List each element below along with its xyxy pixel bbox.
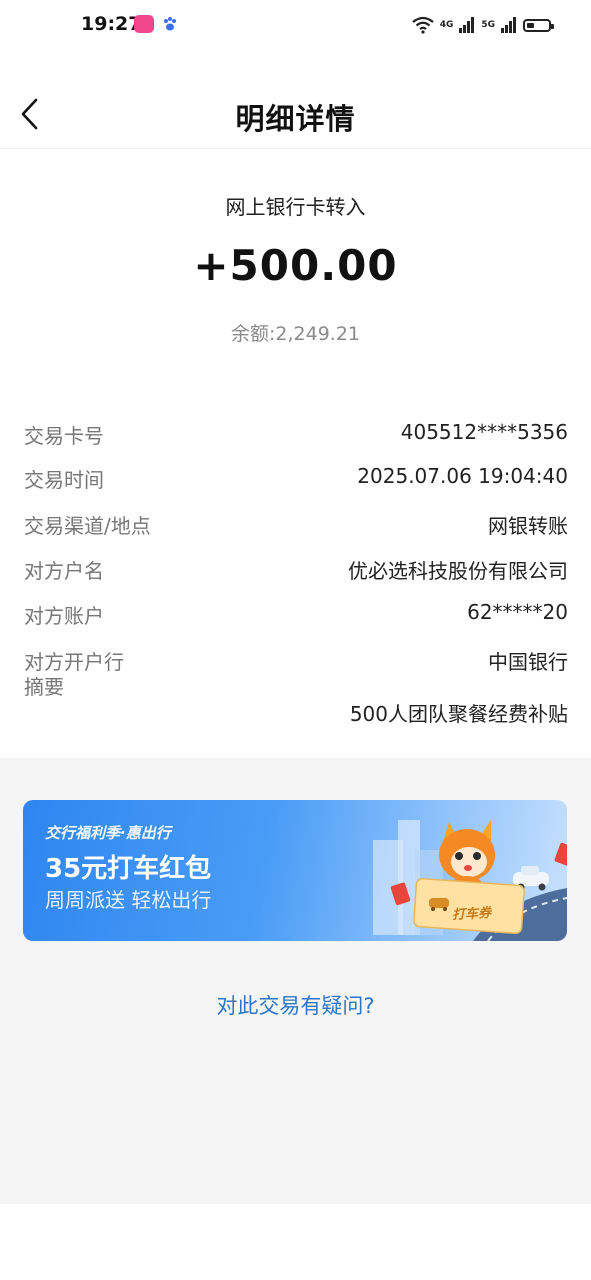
network-tag-4g: 4G [439, 19, 454, 30]
counterparty-bank-value: 中国银行 [488, 650, 568, 674]
card-number-label: 交易卡号 [24, 424, 104, 448]
card-number-value: 405512****5356 [400, 420, 568, 444]
banner-title: 35元打车红包 [45, 854, 212, 884]
status-bar: 19:27 4G 5G [0, 0, 591, 50]
page-title: 明细详情 [235, 102, 356, 136]
bottom-panel [0, 1204, 591, 1280]
transaction-time-value: 2025.07.06 19:04:40 [357, 464, 568, 488]
promo-banner[interactable]: 交行福利季·惠出行 35元打车红包 周周派送 轻松出行 打车券 [23, 800, 567, 941]
nav-bar: 明细详情 [0, 50, 591, 149]
transaction-summary: 网上银行卡转入 +500.00 余额:2,249.21 [0, 149, 591, 384]
counterparty-account-label: 对方账户 [24, 604, 104, 628]
channel-value: 网银转账 [488, 514, 568, 538]
transaction-type: 网上银行卡转入 [225, 195, 366, 219]
transaction-question-link[interactable]: 对此交易有疑问? [0, 990, 591, 1020]
banner-brand: 交行福利季·惠出行 [45, 824, 171, 842]
balance-text: 余额:2,249.21 [230, 323, 360, 345]
signal-icon [501, 17, 516, 33]
memo-label: 摘要 [24, 675, 64, 699]
counterparty-account-value: 62*****20 [467, 600, 568, 624]
transaction-amount: +500.00 [193, 241, 398, 290]
network-tag-5g: 5G [481, 19, 495, 30]
transaction-time-label: 交易时间 [24, 468, 104, 492]
app-badge-icon [134, 15, 154, 33]
wifi-icon [412, 16, 434, 34]
channel-label: 交易渠道/地点 [24, 514, 151, 538]
counterparty-name-value: 优必选科技股份有限公司 [348, 559, 568, 583]
battery-icon [523, 18, 554, 32]
status-time: 19:27 [81, 13, 142, 35]
baidu-paw-icon [164, 17, 176, 31]
status-indicators: 4G 5G [412, 13, 554, 37]
transaction-details: 交易卡号 405512****5356 交易时间 2025.07.06 19:0… [0, 384, 591, 758]
coupon-label: 打车券 [451, 905, 492, 924]
banner-subtitle: 周周派送 轻松出行 [45, 888, 212, 912]
signal-icon [459, 17, 475, 33]
memo-value: 500人团队聚餐经费补贴 [349, 702, 568, 726]
counterparty-name-label: 对方户名 [24, 559, 104, 583]
